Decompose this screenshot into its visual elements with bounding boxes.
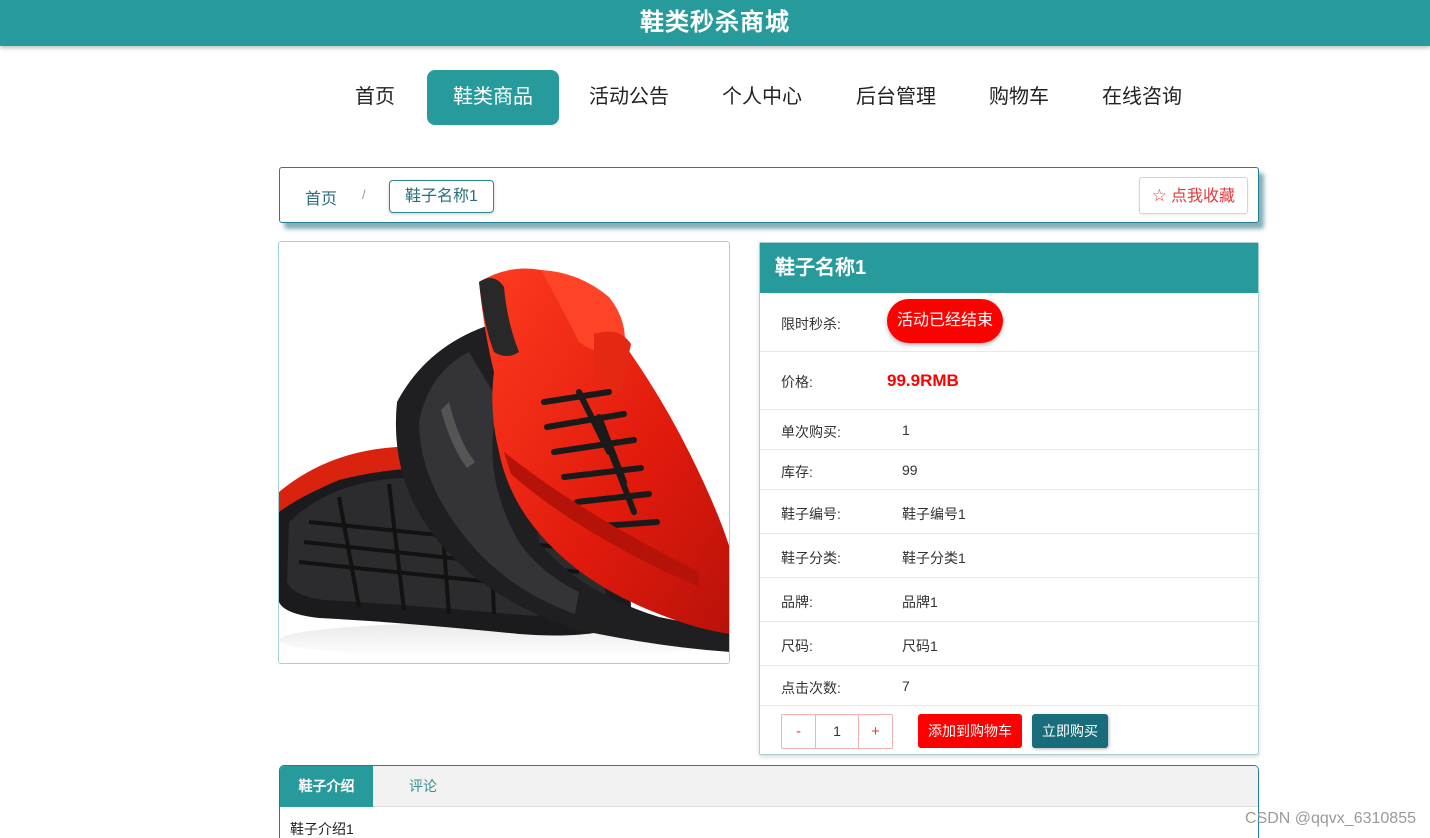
- detail-value: 尺码1: [902, 638, 938, 654]
- nav-item-home[interactable]: 首页: [335, 70, 415, 125]
- purchase-actions-row: - 1 + 添加到购物车 立即购买: [760, 705, 1258, 755]
- favorite-button[interactable]: ☆ 点我收藏: [1138, 177, 1248, 214]
- quantity-decrease-button[interactable]: -: [782, 715, 815, 748]
- site-title: 鞋类秒杀商城: [640, 9, 790, 36]
- star-outline-icon: ☆: [1151, 186, 1167, 205]
- price-row: 价格: 99.9RMB: [760, 351, 1258, 409]
- main-nav: 首页 鞋类商品 活动公告 个人中心 后台管理 购物车 在线咨询: [0, 70, 1430, 126]
- tab-shoe-intro[interactable]: 鞋子介绍: [280, 766, 373, 807]
- flash-sale-row: 限时秒杀: 活动已经结束: [760, 293, 1258, 351]
- product-info-panel: 鞋子名称1 限时秒杀: 活动已经结束 价格: 99.9RMB 单次购买: 1 库…: [759, 242, 1259, 755]
- detail-label: 鞋子分类:: [781, 550, 841, 566]
- detail-value: 鞋子编号1: [902, 506, 966, 522]
- detail-row: 库存: 99: [760, 449, 1258, 489]
- detail-row: 点击次数: 7: [760, 665, 1258, 705]
- tab-comments[interactable]: 评论: [373, 766, 473, 807]
- nav-item-personal-center[interactable]: 个人中心: [712, 70, 812, 125]
- detail-row: 鞋子分类: 鞋子分类1: [760, 533, 1258, 577]
- shoe-illustration: [279, 242, 729, 663]
- quantity-input[interactable]: 1: [815, 715, 859, 748]
- product-tabs: 鞋子介绍 评论 鞋子介绍1: [279, 765, 1259, 838]
- detail-label: 点击次数:: [781, 680, 841, 696]
- flash-sale-label: 限时秒杀:: [781, 316, 841, 332]
- detail-row: 鞋子编号: 鞋子编号1: [760, 489, 1258, 533]
- nav-item-announcements[interactable]: 活动公告: [579, 70, 679, 125]
- nav-item-shoes[interactable]: 鞋类商品: [427, 70, 559, 125]
- breadcrumb-current: 鞋子名称1: [389, 180, 494, 213]
- detail-value: 99: [902, 462, 918, 478]
- detail-row: 单次购买: 1: [760, 409, 1258, 449]
- nav-item-online-consult[interactable]: 在线咨询: [1092, 70, 1192, 125]
- nav-item-admin[interactable]: 后台管理: [846, 70, 946, 125]
- detail-value: 鞋子分类1: [902, 550, 966, 566]
- price-value: 99.9RMB: [887, 371, 959, 390]
- watermark: CSDN @qqvx_6310855: [1244, 810, 1416, 827]
- detail-value: 7: [902, 678, 910, 694]
- breadcrumb-home-link[interactable]: 首页: [305, 185, 337, 209]
- detail-row: 尺码: 尺码1: [760, 621, 1258, 665]
- favorite-label: 点我收藏: [1170, 188, 1235, 205]
- detail-label: 库存:: [781, 464, 813, 480]
- tab-bar: 鞋子介绍 评论: [280, 766, 1258, 807]
- flash-sale-status-badge: 活动已经结束: [887, 299, 1004, 343]
- quantity-stepper: - 1 +: [781, 714, 893, 749]
- detail-label: 尺码:: [781, 638, 813, 654]
- nav-item-cart[interactable]: 购物车: [979, 70, 1059, 125]
- quantity-increase-button[interactable]: +: [859, 715, 892, 748]
- breadcrumb-separator: /: [362, 187, 366, 202]
- add-to-cart-button[interactable]: 添加到购物车: [918, 714, 1022, 748]
- detail-label: 品牌:: [781, 594, 813, 610]
- price-label: 价格:: [781, 374, 813, 390]
- detail-value: 1: [902, 422, 910, 438]
- product-name: 鞋子名称1: [760, 243, 1258, 293]
- detail-label: 鞋子编号:: [781, 506, 841, 522]
- product-image: [278, 241, 730, 664]
- detail-row: 品牌: 品牌1: [760, 577, 1258, 621]
- buy-now-button[interactable]: 立即购买: [1032, 714, 1108, 748]
- detail-label: 单次购买:: [781, 424, 841, 440]
- breadcrumb: 首页 / 鞋子名称1 ☆ 点我收藏: [279, 167, 1259, 223]
- tab-content: 鞋子介绍1: [290, 821, 354, 837]
- detail-value: 品牌1: [902, 594, 938, 610]
- site-header: 鞋类秒杀商城: [0, 0, 1430, 46]
